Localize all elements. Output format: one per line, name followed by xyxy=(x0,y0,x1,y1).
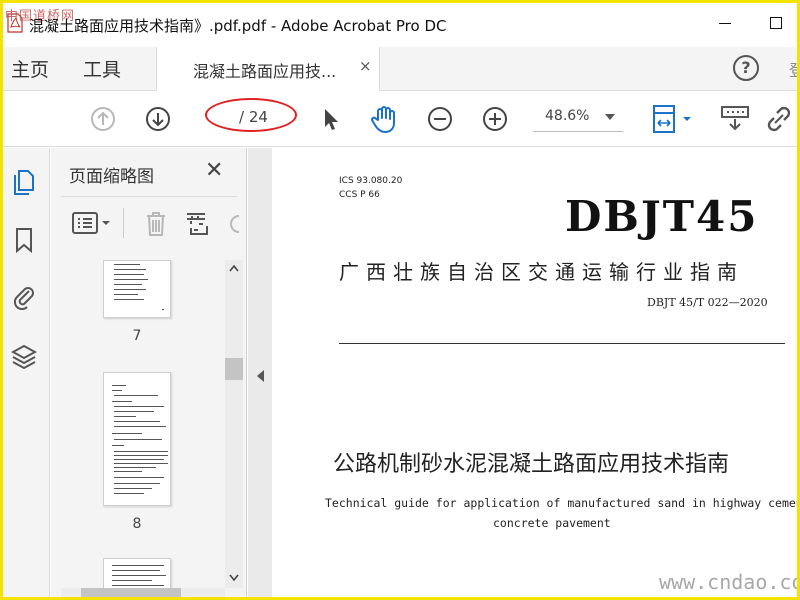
home-menu[interactable]: 主页 xyxy=(11,55,49,82)
panel-toolbar xyxy=(51,202,247,248)
bookmarks-icon[interactable] xyxy=(11,226,37,254)
doc-title-english-line1: Technical guide for application of manuf… xyxy=(325,496,800,510)
navigation-rail xyxy=(3,148,50,597)
page-thumbnail[interactable] xyxy=(103,372,171,506)
menu-tab-bar: 主页 工具 混凝土路面应用技... × ? 登 xyxy=(3,47,797,91)
attachments-icon[interactable] xyxy=(11,282,37,310)
window-title: 混凝土路面应用技术指南》.pdf.pdf - Adobe Acrobat Pro… xyxy=(29,17,447,35)
scroll-up-icon[interactable] xyxy=(229,264,239,272)
close-panel-icon[interactable]: ✕ xyxy=(205,158,223,183)
scroll-mode-icon[interactable] xyxy=(719,103,751,135)
fit-page-icon[interactable] xyxy=(651,103,695,135)
maximize-button[interactable] xyxy=(770,17,782,29)
zoom-dropdown-icon[interactable] xyxy=(605,114,615,120)
next-page-icon[interactable] xyxy=(144,105,172,133)
insert-pages-icon[interactable] xyxy=(183,210,211,238)
options-menu-icon[interactable] xyxy=(71,210,115,238)
thumbnail-hscrollbar-thumb[interactable] xyxy=(81,588,181,597)
doc-ics-code: ICS 93.080.20 xyxy=(339,176,403,186)
page-thumbnails-icon[interactable] xyxy=(11,168,37,196)
red-annotation-circle xyxy=(205,98,297,132)
page-thumbnail[interactable] xyxy=(103,260,171,318)
hand-tool-icon[interactable] xyxy=(369,103,401,135)
panel-divider xyxy=(61,196,237,197)
thumbnail-scrollbar[interactable] xyxy=(225,260,243,588)
thumbnail-list: 7 8 xyxy=(51,260,231,590)
document-page: ICS 93.080.20 CCS P 66 DBJT45 广西壮族自治区交通运… xyxy=(273,148,800,597)
select-tool-icon[interactable] xyxy=(317,105,345,133)
panel-toolbar-divider xyxy=(123,208,124,238)
scroll-down-icon[interactable] xyxy=(229,574,239,582)
zoom-level-field[interactable]: 48.6% xyxy=(545,108,589,124)
doc-horizontal-rule xyxy=(339,343,785,344)
watermark-bottom: www.cndao.com xyxy=(659,570,800,594)
zoom-out-icon[interactable] xyxy=(426,105,454,133)
panel-collapse-strip[interactable] xyxy=(248,148,272,597)
share-link-icon[interactable] xyxy=(763,103,797,135)
sign-in-label-partial[interactable]: 登 xyxy=(789,57,797,81)
doc-title-english-line2: concrete pavement xyxy=(493,516,611,530)
close-tab-icon[interactable]: × xyxy=(359,57,372,75)
doc-ccs-code: CCS P 66 xyxy=(339,190,380,200)
delete-pages-icon[interactable] xyxy=(143,210,169,238)
collapse-panel-icon[interactable] xyxy=(257,370,264,382)
doc-issuer: 广西壮族自治区交通运输行业指南 xyxy=(339,260,744,284)
help-icon[interactable]: ? xyxy=(733,55,759,81)
layers-icon[interactable] xyxy=(11,342,37,370)
panel-title: 页面缩略图 xyxy=(69,167,154,187)
thumbnail-panel: 页面缩略图 ✕ 7 8 xyxy=(51,148,247,597)
previous-page-icon[interactable] xyxy=(89,105,117,133)
thumbnail-page-number: 8 xyxy=(132,516,142,532)
document-tab[interactable]: 混凝土路面应用技... × xyxy=(156,47,380,91)
zoom-in-icon[interactable] xyxy=(481,105,509,133)
doc-standard-number: DBJT 45/T 022—2020 xyxy=(647,296,768,309)
thumbnail-page-number: 7 xyxy=(132,328,142,344)
title-bar: 中国道桥网 混凝土路面应用技术指南》.pdf.pdf - Adobe Acrob… xyxy=(3,3,797,47)
doc-standard-code: DBJT45 xyxy=(565,192,759,241)
rotate-pages-icon-partial[interactable] xyxy=(227,210,241,238)
page-thumbnail[interactable] xyxy=(103,558,171,590)
doc-title-chinese: 公路机制砂水泥混凝土路面应用技术指南 xyxy=(333,452,730,477)
main-toolbar: / 24 48.6% xyxy=(3,91,797,147)
screenshot-frame: 中国道桥网 混凝土路面应用技术指南》.pdf.pdf - Adobe Acrob… xyxy=(0,0,800,600)
thumbnail-scrollbar-thumb[interactable] xyxy=(225,358,243,380)
zoom-field-underline xyxy=(533,131,623,132)
minimize-button[interactable] xyxy=(719,23,731,24)
document-tab-label: 混凝土路面应用技... xyxy=(193,62,337,81)
tools-menu[interactable]: 工具 xyxy=(83,55,121,82)
